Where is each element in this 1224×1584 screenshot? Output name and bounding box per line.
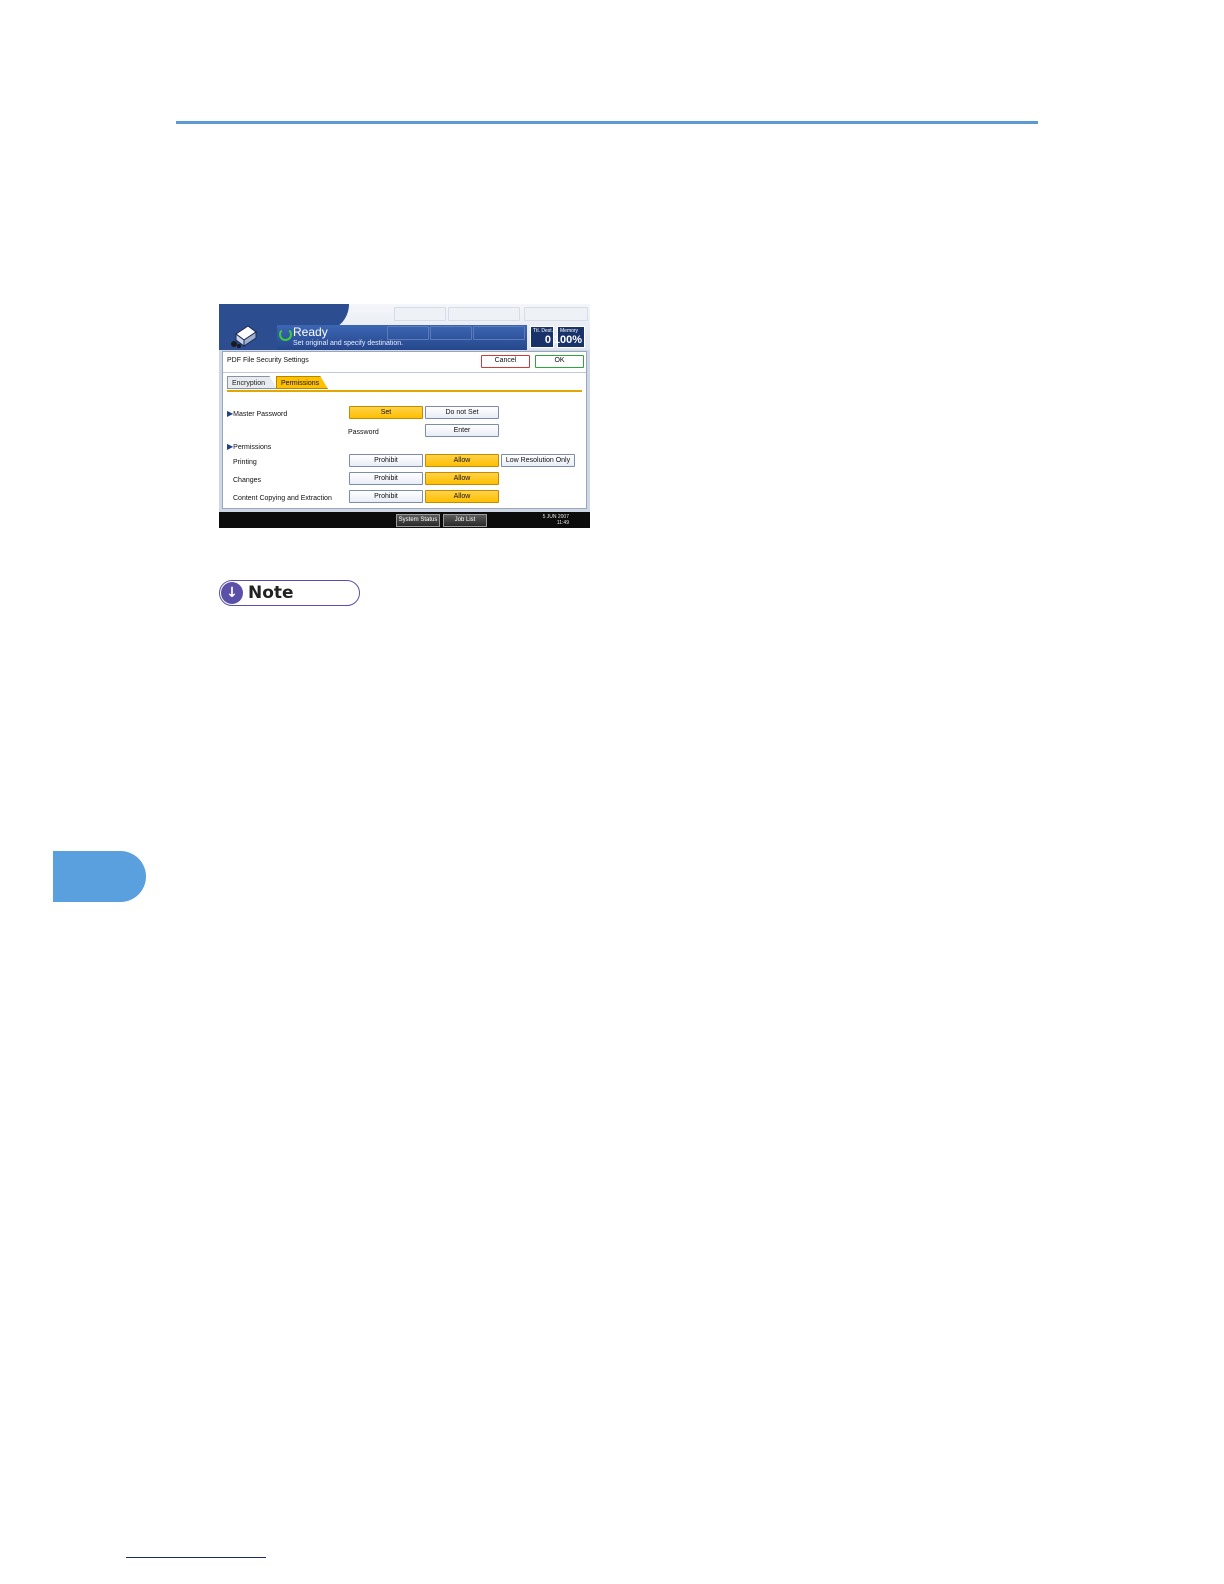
tab-permissions[interactable]: Permissions bbox=[276, 376, 328, 389]
content-copying-prohibit-button[interactable]: Prohibit bbox=[349, 490, 423, 503]
memory-counter: Memory 100% bbox=[553, 326, 585, 348]
permissions-heading: ▶Permissions bbox=[227, 442, 271, 452]
content-copying-allow-button[interactable]: Allow bbox=[425, 490, 499, 503]
job-list-button[interactable]: Job List bbox=[443, 514, 487, 527]
top-rule bbox=[176, 121, 1038, 124]
disabled-header-button bbox=[473, 326, 525, 340]
note-badge: ↓ Note bbox=[219, 580, 360, 606]
divider bbox=[223, 372, 586, 373]
master-password-heading: ▶Master Password bbox=[227, 409, 287, 419]
pdf-security-dialog: PDF File Security Settings Cancel OK Enc… bbox=[222, 351, 587, 509]
tab-encryption[interactable]: Encryption bbox=[227, 376, 277, 389]
changes-label: Changes bbox=[233, 477, 262, 484]
master-password-set-button[interactable]: Set bbox=[349, 406, 423, 419]
status-message: Set original and specify destination. bbox=[293, 340, 404, 347]
total-destinations-counter: Ttl. Dest. 0 bbox=[530, 326, 554, 348]
ok-button[interactable]: OK bbox=[535, 355, 584, 368]
chapter-tab bbox=[53, 851, 146, 902]
arrow-down-icon: ↓ bbox=[221, 582, 243, 604]
printing-allow-button[interactable]: Allow bbox=[425, 454, 499, 467]
printing-low-resolution-button[interactable]: Low Resolution Only bbox=[501, 454, 575, 467]
changes-allow-button[interactable]: Allow bbox=[425, 472, 499, 485]
bottom-rule bbox=[126, 1557, 266, 1558]
master-password-do-not-set-button[interactable]: Do not Set bbox=[425, 406, 499, 419]
password-enter-button[interactable]: Enter bbox=[425, 424, 499, 437]
disabled-header-button bbox=[524, 307, 588, 321]
device-screenshot: Ready Set original and specify destinati… bbox=[219, 304, 590, 528]
ready-indicator-icon bbox=[279, 328, 292, 341]
changes-prohibit-button[interactable]: Prohibit bbox=[349, 472, 423, 485]
date-time: 5 JUN 2007 11:49 bbox=[543, 514, 569, 526]
counter-value: 0 bbox=[544, 334, 551, 346]
disabled-header-button bbox=[430, 326, 472, 340]
tab-underline bbox=[227, 390, 582, 392]
note-label: Note bbox=[248, 583, 294, 603]
scanner-icon bbox=[231, 325, 257, 348]
cancel-button[interactable]: Cancel bbox=[481, 355, 530, 368]
printing-label: Printing bbox=[233, 459, 257, 466]
dialog-title: PDF File Security Settings bbox=[227, 357, 309, 364]
system-status-button[interactable]: System Status bbox=[396, 514, 440, 527]
footer-bar: System Status Job List 5 JUN 2007 11:49 bbox=[219, 512, 590, 528]
section-label: Master Password bbox=[233, 411, 288, 418]
content-copying-label: Content Copying and Extraction bbox=[233, 495, 332, 502]
time: 11:49 bbox=[556, 520, 569, 526]
counter-value: 100% bbox=[553, 334, 582, 346]
status-header: Ready Set original and specify destinati… bbox=[219, 304, 590, 350]
password-label: Password bbox=[348, 429, 379, 436]
disabled-header-button bbox=[394, 307, 446, 321]
section-label: Permissions bbox=[233, 444, 272, 451]
printing-prohibit-button[interactable]: Prohibit bbox=[349, 454, 423, 467]
disabled-header-button bbox=[448, 307, 520, 321]
disabled-header-button bbox=[387, 326, 429, 340]
status-title: Ready bbox=[293, 325, 328, 339]
